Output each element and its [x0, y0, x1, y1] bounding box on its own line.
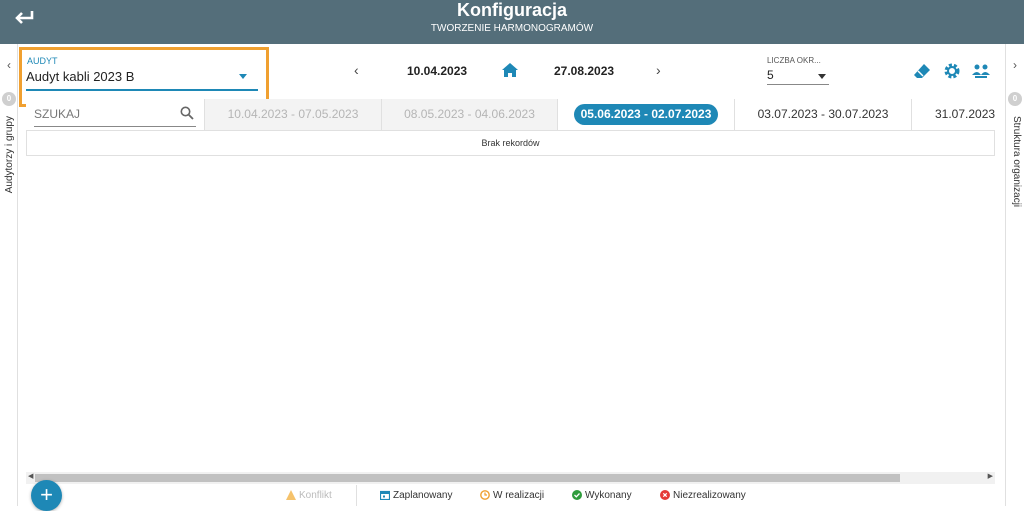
search-icon[interactable] — [180, 106, 194, 120]
audit-select-underline — [26, 89, 258, 91]
chevron-left-icon[interactable]: ‹ — [354, 62, 359, 78]
date-range-end: 27.08.2023 — [554, 64, 615, 78]
chevron-left-icon[interactable]: ‹ — [0, 58, 18, 72]
legend-conflict: Konflikt — [286, 490, 332, 501]
caret-down-icon[interactable] — [818, 74, 826, 79]
schedule-grid-header: SZUKAJ 10.04.2023 - 07.05.2023 08.05.202… — [26, 99, 995, 131]
sidebar-auditors-label[interactable]: Audytorzy i grupy — [4, 116, 15, 193]
date-range-start: 10.04.2023 — [407, 64, 468, 78]
scrollbar-thumb[interactable] — [35, 474, 900, 482]
warning-icon — [286, 490, 296, 501]
calendar-icon — [379, 491, 391, 501]
page-subtitle: TWORZENIE HARMONOGRAMÓW — [430, 23, 594, 34]
legend-in-progress: W realizacji — [480, 490, 544, 501]
app-header: Konfiguracja TWORZENIE HARMONOGRAMÓW — [0, 0, 1024, 44]
page-title: Konfiguracja — [456, 0, 567, 20]
search-field[interactable]: SZUKAJ — [26, 99, 204, 130]
legend-done: Wykonany — [572, 490, 632, 501]
sidebar-org-structure[interactable]: › 0 Struktura organizacji — [1005, 44, 1024, 506]
auditors-count-badge: 0 — [2, 92, 16, 106]
period-label: 03.07.2023 - 30.07.2023 — [757, 107, 889, 121]
period-column-header-current[interactable]: 05.06.2023 - 02.07.2023 — [557, 99, 734, 130]
clock-icon — [480, 490, 490, 501]
sidebar-org-label[interactable]: Struktura organizacji — [1011, 116, 1022, 207]
eraser-icon[interactable] — [913, 62, 931, 80]
search-underline — [34, 126, 196, 127]
settings-icon[interactable] — [943, 62, 961, 80]
periods-count-value[interactable]: 5 — [767, 68, 774, 82]
horizontal-scrollbar[interactable]: ◀ ▶ — [26, 472, 995, 484]
legend-done-label: Wykonany — [585, 490, 632, 501]
legend-in-progress-label: W realizacji — [493, 490, 545, 501]
chevron-right-icon[interactable]: › — [656, 62, 661, 78]
period-column-header[interactable]: 08.05.2023 - 04.06.2023 — [381, 99, 557, 130]
period-column-header[interactable]: 03.07.2023 - 30.07.2023 — [734, 99, 911, 130]
chevron-right-icon[interactable]: › — [1006, 58, 1024, 72]
legend-planned-label: Zaplanowany — [393, 490, 453, 501]
periods-count-underline — [767, 84, 829, 85]
period-column-header[interactable]: 31.07.2023 — [911, 99, 995, 130]
period-label: 31.07.2023 — [935, 107, 995, 121]
audit-select[interactable]: AUDYT Audyt kabli 2023 B — [19, 47, 269, 107]
legend-not-done: Niezrealizowany — [660, 490, 746, 501]
scroll-left-icon[interactable]: ◀ — [28, 472, 33, 480]
audit-select-label: AUDYT — [27, 56, 58, 66]
home-icon[interactable] — [502, 63, 518, 77]
check-circle-icon — [572, 490, 582, 501]
periods-count-label: LICZBA OKR... — [767, 56, 821, 65]
users-icon[interactable] — [972, 62, 990, 80]
period-label: 08.05.2023 - 04.06.2023 — [404, 107, 535, 121]
scroll-right-icon[interactable]: ▶ — [988, 472, 993, 480]
period-label: 10.04.2023 - 07.05.2023 — [227, 107, 359, 121]
legend-divider — [356, 485, 357, 506]
period-column-header[interactable]: 10.04.2023 - 07.05.2023 — [204, 99, 381, 130]
search-input[interactable]: SZUKAJ — [34, 107, 80, 121]
error-circle-icon — [660, 490, 670, 501]
current-period-label: 05.06.2023 - 02.07.2023 — [573, 104, 719, 125]
caret-down-icon[interactable] — [239, 74, 247, 79]
empty-records-message: Brak rekordów — [26, 131, 995, 156]
org-count-badge: 0 — [1008, 92, 1022, 106]
audit-select-value[interactable]: Audyt kabli 2023 B — [26, 69, 134, 84]
legend-not-done-label: Niezrealizowany — [673, 490, 746, 501]
legend-conflict-label: Konflikt — [299, 490, 332, 501]
legend-planned: Zaplanowany — [379, 490, 453, 501]
add-button[interactable]: + — [31, 480, 62, 511]
sidebar-auditors[interactable]: ‹ 0 Audytorzy i grupy — [0, 44, 18, 506]
